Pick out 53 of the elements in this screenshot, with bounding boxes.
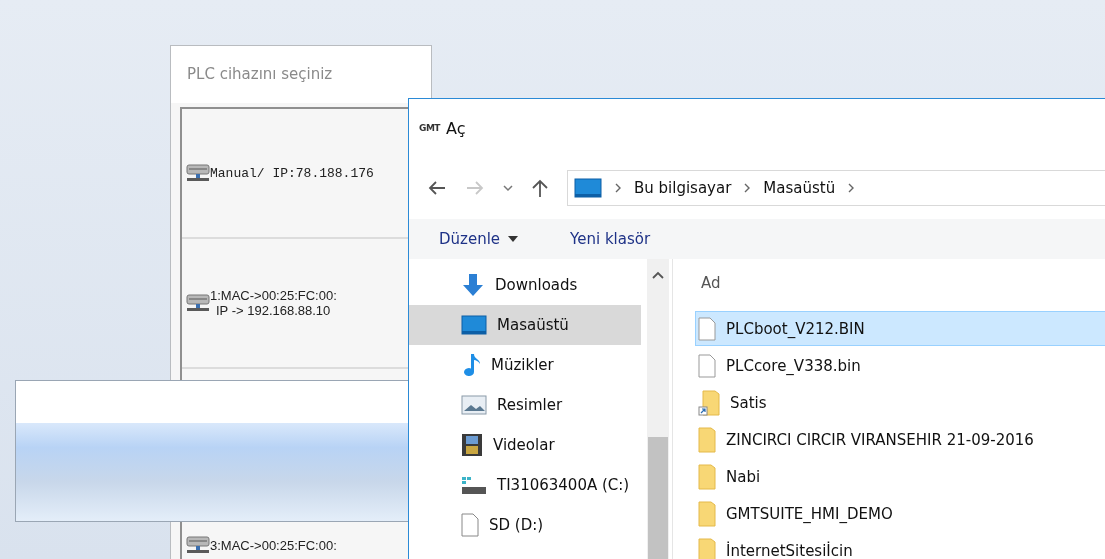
window-title: PLC cihazını seçiniz <box>171 46 431 103</box>
file-row[interactable]: İnternetSitesiİcin <box>695 533 1105 559</box>
breadcrumb-item[interactable]: Bu bilgisayar <box>634 179 732 197</box>
column-header[interactable]: Ad <box>695 259 1105 309</box>
app-logo: GMT <box>419 123 440 133</box>
file-row[interactable]: PLCboot_V212.BIN <box>695 311 1105 346</box>
file-icon <box>698 316 716 341</box>
nav-item[interactable]: Downloads <box>409 265 641 305</box>
file-row[interactable]: Nabi <box>695 459 1105 494</box>
file-icon <box>698 353 716 378</box>
back-arrow-icon[interactable] <box>427 180 447 196</box>
nav-item[interactable]: Masaüstü <box>409 305 641 345</box>
device-label[interactable]: Manual/ IP:78.188.176 <box>210 165 374 181</box>
down-arrow-icon <box>461 273 485 297</box>
drive-icon <box>461 475 487 495</box>
caret-icon <box>508 236 519 242</box>
chevron-right-icon <box>614 183 622 193</box>
file-row[interactable]: PLCcore_V338.bin <box>695 348 1105 383</box>
folder-icon <box>698 426 716 453</box>
nav-item[interactable]: Resimler <box>409 385 641 425</box>
scrollbar-thumb[interactable] <box>648 437 668 559</box>
file-row[interactable]: GMTSUITE_HMI_DEMO <box>695 496 1105 531</box>
folder-shortcut-icon <box>698 389 720 416</box>
nav-item[interactable]: Müzikler <box>409 345 641 385</box>
device-label[interactable]: 1:MAC->00:25:FC:00: IP -> 192.168.88.10 <box>210 288 337 318</box>
network-device-icon <box>186 164 210 182</box>
landscape-icon <box>461 395 487 415</box>
chevron-down-icon[interactable] <box>503 184 513 192</box>
film-icon <box>461 433 483 457</box>
nav-item[interactable]: Videolar <box>409 425 641 465</box>
folder-icon <box>698 537 716 559</box>
network-device-icon <box>186 536 210 554</box>
toolbar-button[interactable]: Düzenle <box>431 226 527 252</box>
breadcrumb-item[interactable]: Masaüstü <box>763 179 836 197</box>
file-icon <box>461 513 479 537</box>
address-bar[interactable]: Bu bilgisayar Masaüstü <box>567 170 1105 206</box>
chevron-right-icon <box>847 183 856 193</box>
folder-icon <box>698 463 716 490</box>
desktop-icon <box>461 315 487 335</box>
nav-item[interactable]: SD (D:) <box>409 505 641 545</box>
folder-icon <box>698 500 716 527</box>
scroll-up-icon[interactable] <box>652 271 664 279</box>
up-arrow-icon[interactable] <box>531 178 549 198</box>
nav-item[interactable]: TI31063400A (C:) <box>409 465 641 505</box>
chevron-right-icon <box>743 183 752 193</box>
music-note-icon <box>461 353 481 377</box>
file-row[interactable]: ZINCIRCI CIRCIR VIRANSEHIR 21-09-2016 <box>695 422 1105 457</box>
network-device-icon <box>186 294 210 312</box>
device-label[interactable]: 3:MAC->00:25:FC:00: <box>210 537 337 553</box>
toolbar-button[interactable]: Yeni klasör <box>562 226 659 252</box>
window-title: Aç <box>446 118 466 138</box>
desktop-icon <box>574 178 602 198</box>
file-row[interactable]: Satis <box>695 385 1105 420</box>
